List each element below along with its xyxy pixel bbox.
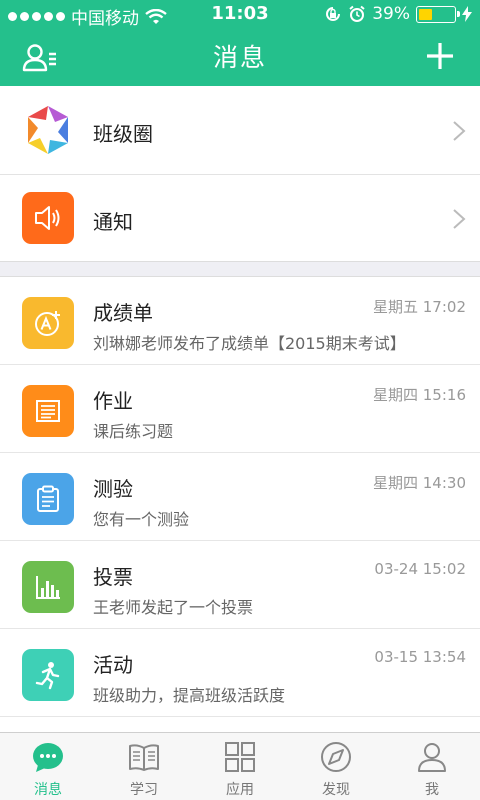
- list-item[interactable]: 投票 03-24 15:02 王老师发起了一个投票: [0, 541, 480, 629]
- compass-icon: [321, 742, 351, 772]
- quiz-icon: [22, 473, 74, 525]
- rotation-lock-icon: [326, 7, 341, 21]
- status-bar: 中国移动 11:03 39%: [0, 0, 480, 29]
- tab-discover[interactable]: 发现: [288, 733, 384, 800]
- tab-apps[interactable]: 应用: [192, 733, 288, 800]
- charging-icon: [462, 6, 472, 22]
- message-time: 星期四 14:30: [373, 474, 466, 492]
- class-circle-icon: [28, 106, 68, 154]
- message-time: 03-24 15:02: [374, 560, 466, 578]
- tab-study[interactable]: 学习: [96, 733, 192, 800]
- profile-icon: [418, 743, 446, 772]
- notice-label: 通知: [93, 210, 133, 234]
- message-subtitle: 课后练习题: [93, 422, 174, 441]
- divider: [0, 716, 480, 717]
- tab-me[interactable]: 我: [384, 733, 480, 800]
- speaker-icon: [22, 192, 74, 244]
- list-item[interactable]: 测验 星期四 14:30 您有一个测验: [0, 453, 480, 541]
- message-subtitle: 王老师发起了一个投票: [93, 598, 254, 617]
- grade-icon: [22, 297, 74, 349]
- app-header: 中国移动 11:03 39% 消息: [0, 0, 480, 86]
- list-item[interactable]: 成绩单 星期五 17:02 刘琳娜老师发布了成绩单【2015期末考试】: [0, 277, 480, 365]
- notice-row[interactable]: 通知: [0, 174, 480, 262]
- message-subtitle: 班级助力，提高班级活跃度: [93, 686, 286, 705]
- message-icon: [33, 743, 63, 772]
- list-item[interactable]: 活动 03-15 13:54 班级助力，提高班级活跃度: [0, 629, 480, 717]
- tab-label: 学习: [130, 782, 158, 798]
- message-subtitle: 刘琳娜老师发布了成绩单【2015期末考试】: [93, 334, 406, 353]
- book-icon: [129, 744, 159, 771]
- page-title: 消息: [212, 43, 267, 72]
- message-time: 星期五 17:02: [373, 298, 466, 316]
- message-subtitle: 您有一个测验: [93, 510, 190, 529]
- tab-bar: 消息 学习 应用 发现 我: [0, 732, 480, 800]
- message-title: 投票: [93, 565, 133, 589]
- message-time: 03-15 13:54: [374, 648, 466, 666]
- vote-icon: [22, 561, 74, 613]
- message-title: 测验: [93, 477, 133, 501]
- tab-label: 发现: [322, 782, 350, 798]
- message-title: 活动: [93, 653, 133, 677]
- apps-icon: [225, 742, 255, 772]
- chevron-right-icon: [453, 209, 466, 229]
- message-time: 星期四 15:16: [373, 386, 466, 404]
- homework-icon: [22, 385, 74, 437]
- plus-icon[interactable]: [424, 40, 456, 72]
- top-entries: 班级圈 通知: [0, 86, 480, 262]
- battery-icon: [416, 5, 460, 23]
- tab-label: 应用: [226, 782, 254, 798]
- activity-icon: [22, 649, 74, 701]
- battery-fill: [419, 8, 433, 20]
- list-item[interactable]: 作业 星期四 15:16 课后练习题: [0, 365, 480, 453]
- tab-label: 我: [425, 782, 439, 798]
- message-title: 作业: [93, 389, 133, 413]
- alarm-icon: [349, 5, 365, 22]
- battery-percent: 39%: [372, 4, 410, 24]
- class-circle-row[interactable]: 班级圈: [0, 86, 480, 174]
- tab-messages[interactable]: 消息: [0, 733, 96, 800]
- message-list: 成绩单 星期五 17:02 刘琳娜老师发布了成绩单【2015期末考试】 作业 星…: [0, 276, 480, 732]
- message-title: 成绩单: [93, 301, 153, 325]
- class-circle-label: 班级圈: [93, 122, 153, 146]
- status-right: 39%: [324, 4, 472, 24]
- chevron-right-icon: [453, 121, 466, 141]
- tab-label: 消息: [34, 782, 62, 798]
